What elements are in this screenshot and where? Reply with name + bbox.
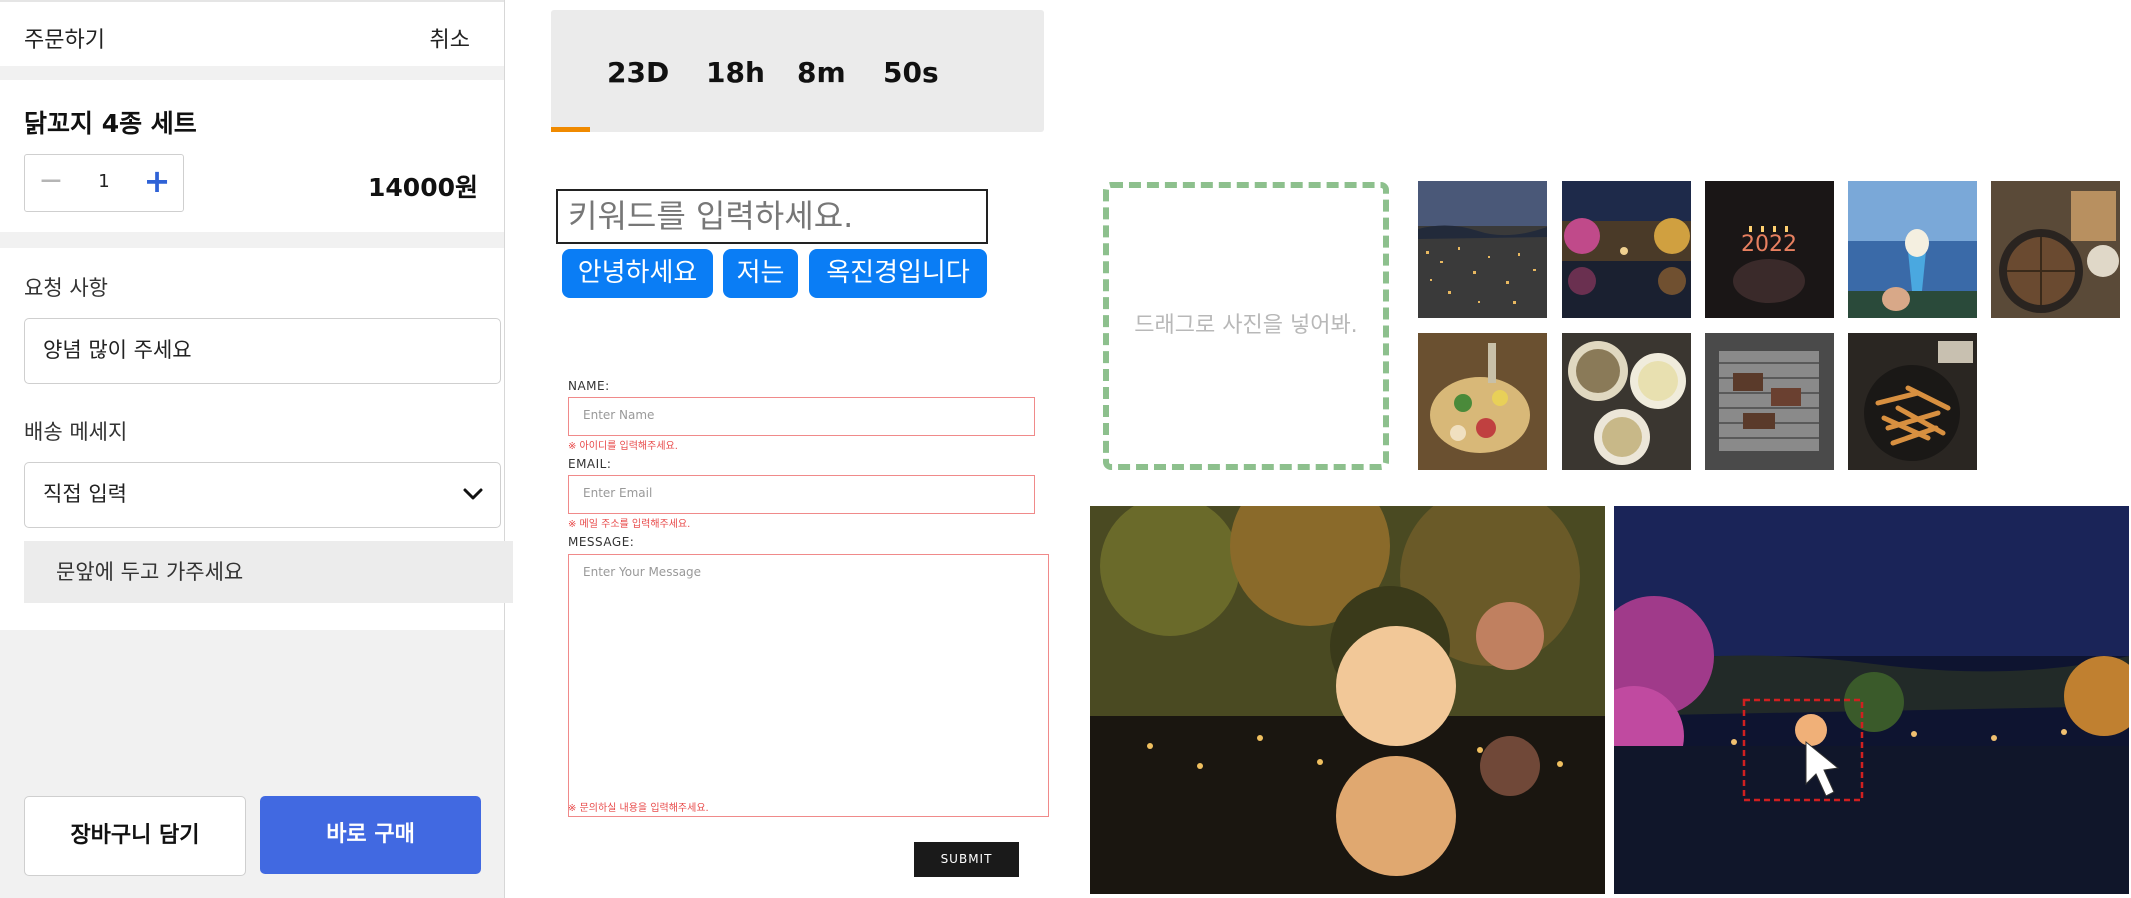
custom-message-input[interactable]: 문앞에 두고 가주세요 bbox=[24, 541, 513, 603]
email-field[interactable]: Enter Email bbox=[568, 475, 1035, 514]
fries-thumbnail[interactable] bbox=[1848, 333, 1977, 470]
order-header: 주문하기 취소 bbox=[0, 0, 504, 66]
chevron-down-icon bbox=[463, 488, 483, 500]
keyword-chip[interactable]: 저는 bbox=[723, 249, 798, 298]
decrease-button[interactable]: − bbox=[25, 155, 77, 209]
product-price: 14000원 bbox=[368, 173, 478, 202]
product-section: 닭꼬지 4종 세트 − 1 + 14000원 bbox=[0, 80, 504, 232]
message-field[interactable]: Enter Your Message bbox=[568, 554, 1049, 817]
keyword-input[interactable]: 키워드를 입력하세요. bbox=[556, 189, 988, 244]
delivery-label: 배송 메세지 bbox=[24, 420, 128, 444]
name-field[interactable]: Enter Name bbox=[568, 397, 1035, 436]
buy-now-button[interactable]: 바로 구매 bbox=[260, 796, 481, 874]
quantity-stepper: − 1 + bbox=[24, 154, 184, 212]
keyword-chip[interactable]: 안녕하세요 bbox=[562, 249, 713, 298]
message-label: MESSAGE: bbox=[568, 535, 635, 549]
moon-lantern-photo bbox=[1090, 506, 1605, 894]
countdown-hours: 18h bbox=[706, 56, 765, 89]
delivery-select-value: 직접 입력 bbox=[43, 482, 127, 506]
lake-night-thumbnail[interactable] bbox=[1562, 181, 1691, 318]
lake-night-photo bbox=[1614, 506, 2129, 894]
delivery-select[interactable]: 직접 입력 bbox=[24, 462, 501, 528]
order-panel: 주문하기 취소 닭꼬지 4종 세트 − 1 + 14000원 요청 사항 양념 … bbox=[0, 0, 513, 898]
submit-button[interactable]: SUBMIT bbox=[914, 842, 1019, 877]
keyword-chip[interactable]: 옥진경입니다 bbox=[809, 249, 987, 298]
countdown-progress-bar bbox=[551, 127, 590, 132]
request-input[interactable]: 양념 많이 주세요 bbox=[24, 318, 501, 384]
countdown-days: 23D bbox=[607, 56, 670, 89]
photo-drop-zone[interactable]: 드래그로 사진을 넣어봐. bbox=[1103, 182, 1389, 470]
countdown-seconds: 50s bbox=[883, 56, 939, 89]
grilled-meat-thumbnail[interactable] bbox=[1705, 333, 1834, 470]
cancel-button[interactable]: 취소 bbox=[430, 22, 470, 54]
name-error: ※ 아이디를 입력해주세요. bbox=[568, 441, 678, 452]
quantity-value: 1 bbox=[98, 171, 110, 192]
birthday-cake-thumbnail[interactable]: 2022 bbox=[1705, 181, 1834, 318]
increase-button[interactable]: + bbox=[131, 155, 183, 209]
order-title: 주문하기 bbox=[24, 28, 105, 53]
add-to-cart-button[interactable]: 장바구니 담기 bbox=[24, 796, 246, 876]
countdown-minutes: 8m bbox=[797, 56, 846, 89]
fruit-platter-thumbnail[interactable] bbox=[1418, 333, 1547, 470]
email-label: EMAIL: bbox=[568, 457, 612, 471]
request-label: 요청 사항 bbox=[24, 276, 108, 300]
email-error: ※ 메일 주소를 입력해주세요. bbox=[568, 519, 691, 530]
city-night-thumbnail[interactable] bbox=[1418, 181, 1547, 318]
ocean-icecream-thumbnail[interactable] bbox=[1848, 181, 1977, 318]
product-name: 닭꼬지 4종 세트 bbox=[24, 109, 197, 138]
countdown-timer: 23D 18h 8m 50s bbox=[551, 10, 1044, 132]
svg-text:2022: 2022 bbox=[1741, 232, 1797, 257]
noodle-soup-thumbnail[interactable] bbox=[1562, 333, 1691, 470]
pizza-thumbnail[interactable] bbox=[1991, 181, 2120, 318]
order-form: 요청 사항 양념 많이 주세요 배송 메세지 직접 입력 문앞에 두고 가주세요 bbox=[0, 248, 513, 630]
message-error: ※ 문의하실 내용을 입력해주세요. bbox=[568, 803, 709, 814]
name-label: NAME: bbox=[568, 379, 610, 393]
